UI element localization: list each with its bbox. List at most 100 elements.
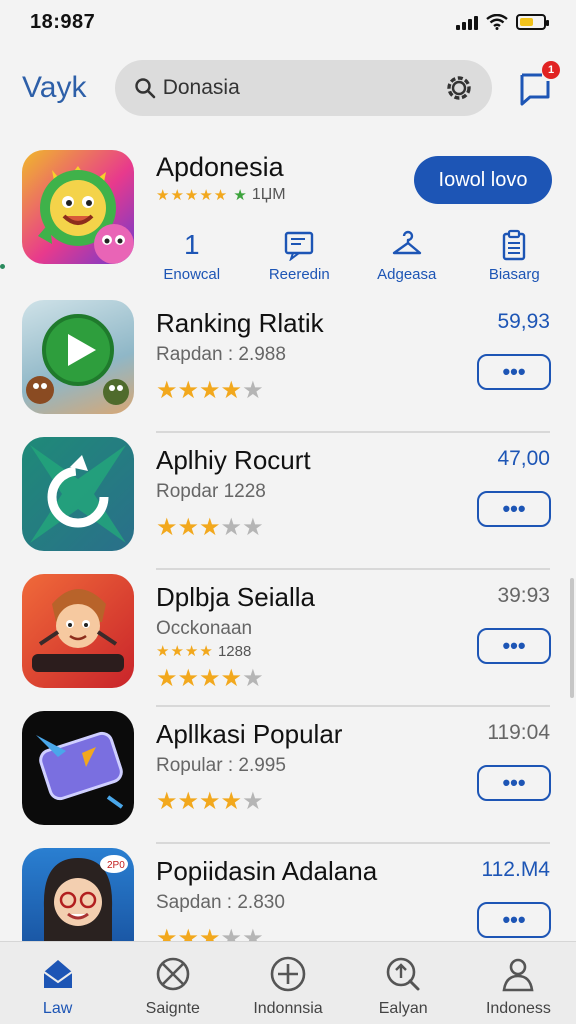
status-icons <box>456 14 549 30</box>
rating-stars: ★★★★★ <box>156 787 264 816</box>
app-list: Ranking Rlatik Rapdan : 2.988 ★★★★★ 59,9… <box>0 296 576 981</box>
star-icon: ★ <box>220 377 243 404</box>
app-name: Apllkasi Popular <box>156 719 343 749</box>
app-subtitle: Ropular : 2.995 <box>156 755 286 776</box>
app-name: Dplbja Seialla <box>156 582 315 612</box>
action-share[interactable]: Adgeasa <box>353 228 461 290</box>
refresh-star-icon <box>30 445 126 543</box>
status-bar: 18:987 <box>0 0 576 44</box>
list-item[interactable]: Aplhiy Rocurt Ropdar 1228 ★★★★★ 47,00 ••… <box>0 433 576 570</box>
app-header: Vayk 1 <box>0 56 576 120</box>
nav-label: Indoness <box>485 1000 551 1017</box>
phone-rocket-icon <box>36 731 124 809</box>
nav-label: Law <box>42 1000 73 1017</box>
nav-item-explore[interactable]: Saignte <box>115 942 230 1024</box>
app-price: 119:04 <box>487 721 550 744</box>
more-button[interactable]: ••• <box>477 765 551 801</box>
star-icon: ★ <box>199 665 221 692</box>
mini-stars: ★★★★ <box>156 643 214 660</box>
profile-icon <box>502 958 534 992</box>
hanger-icon <box>392 230 421 255</box>
status-time: 18:987 <box>30 10 96 33</box>
app-icon[interactable] <box>22 574 134 688</box>
action-review[interactable]: Reeredin <box>246 228 354 290</box>
number-one-icon: 1 <box>183 229 200 260</box>
list-item[interactable]: Dplbja Seialla Occkonaan ★★★★ 1288 ★★★★★… <box>0 570 576 707</box>
rating-stars: ★★★★★ <box>156 664 264 693</box>
app-mini-rating-count: 1288 <box>217 643 252 660</box>
featured-actions: 1 Enowcal Reeredin Adgeasa Biasarg <box>138 228 568 290</box>
cross-circle-icon <box>156 957 190 991</box>
app-price: 39:93 <box>497 584 550 607</box>
action-label: Biasarg <box>488 266 540 283</box>
search-bar[interactable] <box>114 60 492 116</box>
home-icon <box>43 960 73 988</box>
featured-app: Apdonesia ★★★★★ ★ 1ЏМ Iowol lovo 1 Enowc… <box>0 148 576 290</box>
star-icon: ★ <box>156 514 178 541</box>
star-icon: ★ <box>220 788 243 815</box>
nav-label: Saignte <box>145 1000 200 1017</box>
star-icon: ★ <box>156 665 178 692</box>
rating-count: 1ЏМ <box>251 186 286 203</box>
rating-stars: ★★★★★ ★ <box>156 187 248 204</box>
notification-button[interactable]: 1 <box>518 61 560 107</box>
battery-icon <box>516 14 549 30</box>
app-name: Popiidasin Adalana <box>156 856 378 886</box>
cartoon-character-icon <box>32 589 124 672</box>
featured-app-icon[interactable] <box>22 150 134 264</box>
app-name: Aplhiy Rocurt <box>156 445 311 475</box>
nav-item-add[interactable]: Indonnsia <box>230 942 345 1024</box>
nav-item-search[interactable]: Ealyan <box>346 942 461 1024</box>
app-subtitle: Ropdar 1228 <box>156 481 266 502</box>
star-icon: ★ <box>177 788 200 815</box>
more-button[interactable]: ••• <box>477 628 551 664</box>
bottom-nav: Law Saignte Indonnsia Ealyan Indoness <box>0 941 576 1024</box>
search-icon <box>135 78 156 99</box>
app-icon[interactable] <box>22 300 134 414</box>
list-item[interactable]: Ranking Rlatik Rapdan : 2.988 ★★★★★ 59,9… <box>0 296 576 433</box>
action-label: Adgeasa <box>377 266 437 283</box>
brand-logo: Vayk <box>22 71 87 104</box>
svg-text:2P0: 2P0 <box>107 860 125 871</box>
star-icon: ★ <box>177 665 200 692</box>
star-icon: ★ <box>242 514 264 541</box>
star-icon: ★ <box>177 377 200 404</box>
more-button[interactable]: ••• <box>477 354 551 390</box>
search-up-icon <box>386 957 420 991</box>
app-icon[interactable] <box>22 437 134 551</box>
star-icon: ★ <box>242 377 264 404</box>
list-item[interactable]: Apllkasi Popular Ropular : 2.995 ★★★★★ 1… <box>0 707 576 844</box>
wifi-icon <box>486 14 508 30</box>
app-subtitle: Occkonaan <box>156 618 253 639</box>
clipboard-icon <box>503 229 526 261</box>
star-icon: ★ <box>242 788 264 815</box>
nav-item-profile[interactable]: Indoness <box>461 942 576 1024</box>
app-subtitle: Sapdan : 2.830 <box>156 892 285 913</box>
featured-app-name: Apdonesia <box>156 152 284 182</box>
plus-circle-icon <box>270 956 306 992</box>
review-card-icon <box>285 231 314 261</box>
star-icon: ★ <box>156 788 178 815</box>
action-details[interactable]: Biasarg <box>461 228 569 290</box>
signal-icon <box>456 14 478 30</box>
smiley-monster-icon <box>38 166 134 264</box>
gear-icon[interactable] <box>444 73 474 103</box>
featured-app-rating: ★★★★★ ★ 1ЏМ <box>156 186 286 204</box>
star-icon: ★ <box>199 377 221 404</box>
rating-stars: ★★★★★ <box>156 513 264 542</box>
star-icon: ★ <box>199 788 221 815</box>
app-price: 59,93 <box>497 310 550 333</box>
app-price: 112.M4 <box>481 858 551 881</box>
app-icon[interactable] <box>22 711 134 825</box>
star-icon: ★ <box>220 514 243 541</box>
more-button[interactable]: ••• <box>477 902 551 938</box>
star-icon: ★ <box>220 665 243 692</box>
scrollbar[interactable] <box>570 578 574 698</box>
nav-item-home[interactable]: Law <box>0 942 115 1024</box>
app-subtitle: Rapdan : 2.988 <box>156 344 286 365</box>
more-button[interactable]: ••• <box>477 491 551 527</box>
search-input[interactable] <box>162 76 444 100</box>
action-download[interactable]: 1 Enowcal <box>138 228 246 290</box>
install-button[interactable]: Iowol lovo <box>414 156 552 204</box>
notification-badge: 1 <box>542 61 560 79</box>
